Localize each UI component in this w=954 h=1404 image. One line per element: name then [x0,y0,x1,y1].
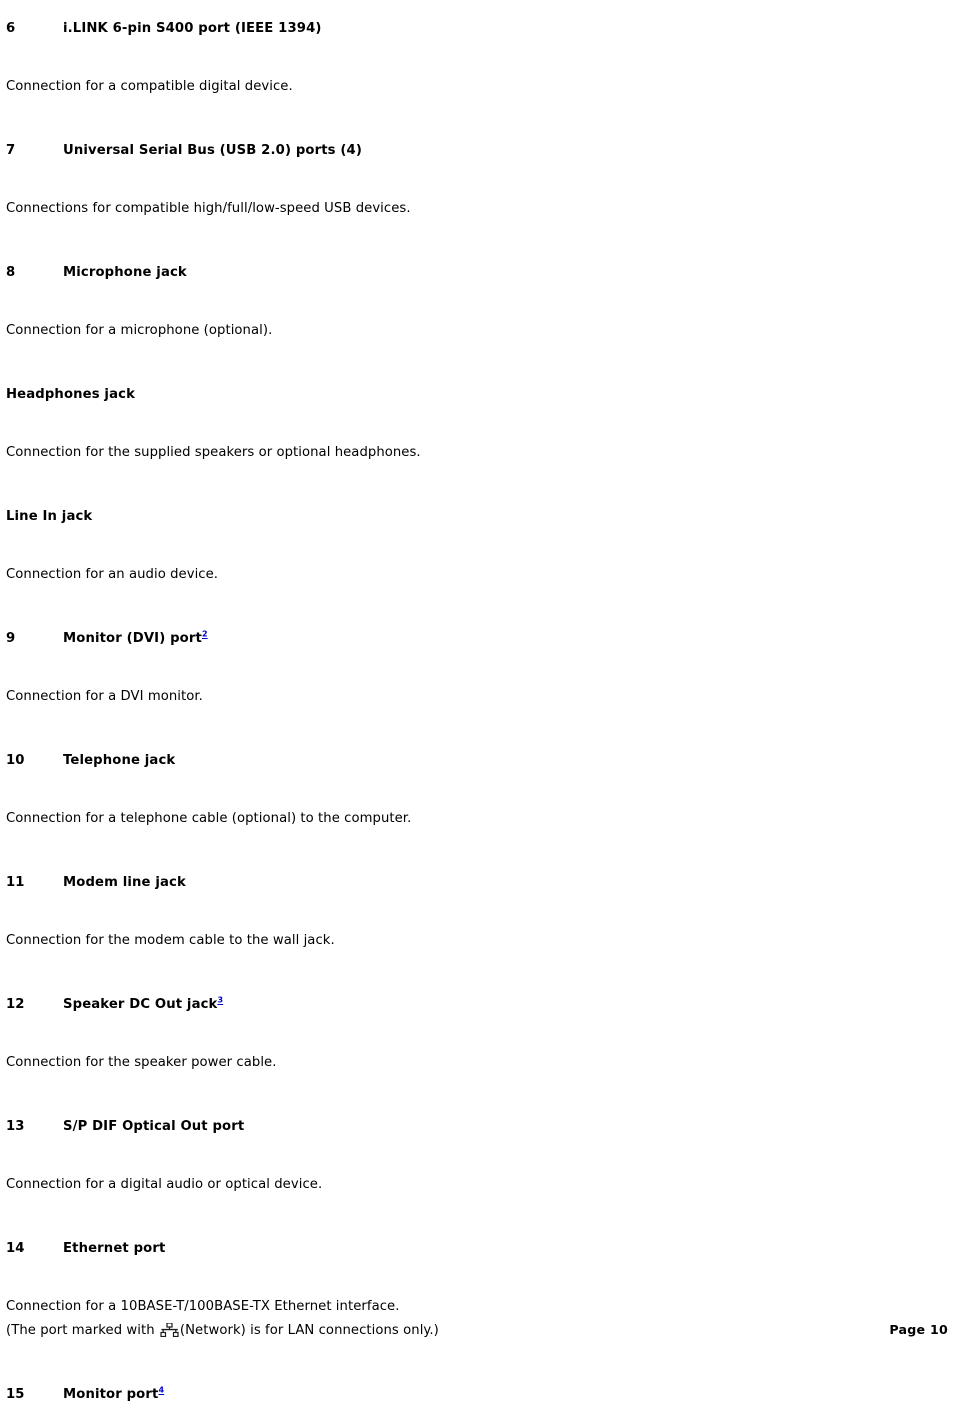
entry-heading-line-in-jack: Line In jack [6,509,93,524]
entry-body-8: Connection for a microphone (optional). [6,323,273,338]
entry-body-14-line1: Connection for a 10BASE-T/100BASE-TX Eth… [6,1299,400,1314]
page-footer: Page 10 [889,1322,948,1337]
entry-heading-7: 7 Universal Serial Bus (USB 2.0) ports (… [6,141,948,160]
entry-heading-headphones-jack: Headphones jack [6,387,135,402]
entry-body-line-in-jack: Connection for an audio device. [6,567,219,582]
entry-title: Monitor (DVI) port2 [63,629,948,648]
document-page: 6 i.LINK 6-pin S400 port (IEEE 1394) Con… [0,0,954,1402]
entry-heading-15: 15 Monitor port4 [6,1385,948,1404]
footnote-link-2[interactable]: 2 [202,630,208,639]
entry-body-headphones-jack: Connection for the supplied speakers or … [6,445,421,460]
entry-heading-10: 10 Telephone jack [6,751,948,770]
entry-body-13: Connection for a digital audio or optica… [6,1177,323,1192]
entry-body-11: Connection for the modem cable to the wa… [6,933,335,948]
network-icon [160,1323,179,1337]
entry-number: 10 [6,753,25,768]
entry-title: Monitor port4 [63,1385,948,1404]
entry-title-text: Monitor port [63,1387,159,1402]
entry-title: Telephone jack [63,753,176,768]
entry-title: S/P DIF Optical Out port [63,1119,245,1134]
entry-title: i.LINK 6-pin S400 port (IEEE 1394) [63,21,322,36]
entry-number: 13 [6,1119,25,1134]
entry-body-12: Connection for the speaker power cable. [6,1055,277,1070]
entry-number: 14 [6,1241,25,1256]
entry-heading-6: 6 i.LINK 6-pin S400 port (IEEE 1394) [6,19,948,38]
entry-title-text: Speaker DC Out jack [63,997,218,1012]
entry-body-7: Connections for compatible high/full/low… [6,201,411,216]
entry-body-14-line2: (The port marked with (Network) is for L… [6,1319,948,1343]
entry-number: 6 [6,21,16,36]
entry-number: 9 [6,631,16,646]
entry-title-text: Monitor (DVI) port [63,631,202,646]
entry-heading-12: 12 Speaker DC Out jack3 [6,995,948,1014]
entry-number: 12 [6,997,25,1012]
entry-number: 11 [6,875,25,890]
footnote-link-4[interactable]: 4 [158,1386,164,1395]
entry-body-6: Connection for a compatible digital devi… [6,79,293,94]
entry-body-10: Connection for a telephone cable (option… [6,811,412,826]
entry-heading-11: 11 Modem line jack [6,873,948,892]
entry-title: Speaker DC Out jack3 [63,995,948,1014]
entry-title: Modem line jack [63,875,186,890]
entry-heading-14: 14 Ethernet port [6,1239,948,1258]
footnote-link-3[interactable]: 3 [217,996,223,1005]
entry-title: Universal Serial Bus (USB 2.0) ports (4) [63,143,362,158]
ethernet-text-after-icon: (Network) is for LAN connections only.) [179,1323,439,1338]
entry-heading-9: 9 Monitor (DVI) port2 [6,629,948,648]
entry-heading-13: 13 S/P DIF Optical Out port [6,1117,948,1136]
entry-number: 8 [6,265,16,280]
entry-heading-8: 8 Microphone jack [6,263,948,282]
entry-number: 7 [6,143,16,158]
entry-body-9: Connection for a DVI monitor. [6,689,203,704]
entry-title: Microphone jack [63,265,187,280]
entry-number: 15 [6,1387,25,1402]
entry-title: Ethernet port [63,1241,166,1256]
page-content: 6 i.LINK 6-pin S400 port (IEEE 1394) Con… [6,0,948,1404]
ethernet-text-before-icon: (The port marked with [6,1323,159,1338]
